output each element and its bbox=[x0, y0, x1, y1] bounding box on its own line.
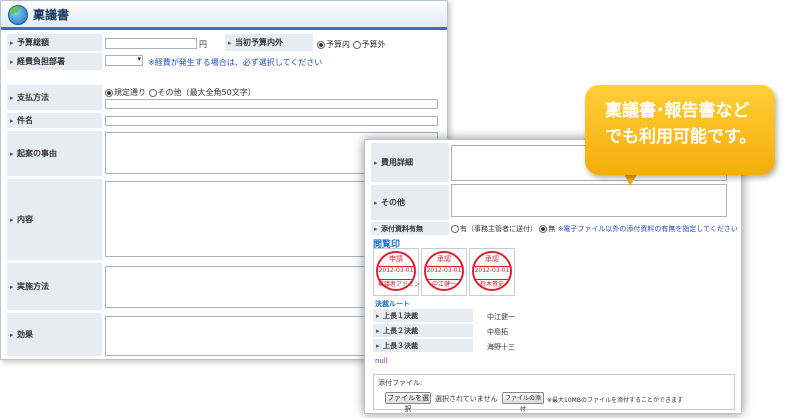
payment-label: 支払方法 bbox=[7, 85, 102, 111]
budget-total-input[interactable] bbox=[105, 38, 197, 49]
expense-dept-select[interactable]: ▾ bbox=[105, 55, 143, 66]
approval-route-title: 決裁ルート bbox=[375, 300, 410, 308]
expense-dept-label: 経費負担部署 bbox=[7, 53, 102, 71]
yen-unit: 円 bbox=[199, 40, 207, 49]
route-row-label: 上長１決裁 bbox=[373, 309, 473, 323]
other-label: その他 bbox=[371, 185, 449, 221]
stamp-name: 稟議者アドミン bbox=[378, 281, 421, 288]
budget-in-radio[interactable] bbox=[317, 40, 325, 49]
stamp-type: 承認 bbox=[437, 255, 451, 263]
payment-other-radio[interactable] bbox=[148, 88, 157, 97]
initial-budget-label: 当初予算内外 bbox=[225, 34, 313, 52]
attachment-label: 添付ファイル: bbox=[378, 379, 423, 387]
route-row-value: 海野十三 bbox=[487, 343, 515, 351]
stamp-date: 2012-03-01 bbox=[426, 267, 462, 274]
expense-dept-note: ※経費が発生する場合は、必ず選択してください bbox=[148, 58, 323, 67]
cost-detail-label: 費用詳細 bbox=[371, 143, 449, 183]
effect-label: 効果 bbox=[7, 313, 102, 357]
route-row-label: 上長２決裁 bbox=[373, 324, 473, 338]
stamp-type: 承認 bbox=[485, 255, 499, 263]
window-title: 稟議書 bbox=[33, 8, 70, 22]
payment-default-radio[interactable] bbox=[105, 88, 113, 97]
attachments-radios: 有（事務主管者に送付） 無 ※電子ファイル以外の添付資料の有無を指定してください bbox=[451, 224, 738, 234]
title-bar: 稟議書 bbox=[1, 1, 447, 30]
stamp-approve-1: 承認 2012-03-01 中江健一 bbox=[424, 251, 464, 291]
route-row-label: 上長３決裁 bbox=[373, 339, 473, 353]
budget-out-radio[interactable] bbox=[352, 40, 361, 49]
method-label: 実施方法 bbox=[7, 263, 102, 311]
attachments-yes-label: 有（事務主管者に送付） bbox=[460, 225, 537, 233]
attachments-no-label: 無 bbox=[548, 225, 556, 233]
stamp-name: 鈴木貴史 bbox=[479, 281, 504, 288]
route-row-value: 中江健一 bbox=[487, 313, 515, 321]
stamp-approve-2: 承認 2012-03-01 鈴木貴史 bbox=[472, 251, 512, 291]
attachments-label: 添付資料有無 bbox=[371, 222, 449, 236]
callout-bubble: 稟議書･報告書など でも利用可能です。 bbox=[585, 85, 775, 175]
stamp-date: 2012-03-01 bbox=[378, 267, 414, 274]
budget-out-label: 予算外 bbox=[361, 40, 386, 49]
subject-label: 件名 bbox=[7, 113, 102, 129]
attach-file-button[interactable]: ファイルの添付 bbox=[502, 392, 544, 413]
chevron-down-icon: ▾ bbox=[137, 55, 141, 63]
no-file-text: 選択されていません bbox=[435, 395, 498, 403]
content-label: 内容 bbox=[7, 179, 102, 261]
payment-other-input[interactable] bbox=[105, 99, 438, 109]
other-textarea[interactable] bbox=[451, 184, 727, 217]
payment-other-label: その他（最大全角50文字） bbox=[157, 88, 256, 97]
attachments-yes-radio[interactable] bbox=[451, 225, 459, 233]
report-detail-window: 費用詳細 その他 添付資料有無 有（事務主管者に送付） 無 ※電子ファイル以外の… bbox=[364, 139, 742, 414]
payment-radios: 規定通り その他（最大全角50文字） bbox=[105, 87, 256, 98]
attachments-no-radio[interactable] bbox=[539, 225, 548, 233]
stamp-date: 2012-03-01 bbox=[474, 267, 510, 274]
budget-in-label: 予算内 bbox=[326, 40, 350, 49]
callout-line-1: 稟議書･報告書など bbox=[605, 101, 750, 121]
max-size-note: ※最大10MBのファイルを添付することができます bbox=[547, 397, 683, 404]
initial-budget-radios: 予算内 予算外 bbox=[317, 39, 386, 50]
route-row-value: 中島拓 bbox=[487, 328, 508, 336]
payment-default-label: 規定通り bbox=[114, 88, 146, 97]
stamp-apply: 申請 2012-03-01 稟議者アドミン bbox=[376, 251, 421, 291]
reason-label: 起案の事由 bbox=[7, 131, 102, 177]
subject-input[interactable] bbox=[105, 116, 438, 126]
null-text: null bbox=[375, 357, 388, 365]
budget-total-label: 予算総額 bbox=[7, 34, 102, 52]
attachment-box: 添付ファイル: ファイルを選択 選択されていません ファイルの添付 ※最大10M… bbox=[373, 374, 735, 413]
attachments-note: ※電子ファイル以外の添付資料の有無を指定してください bbox=[557, 225, 738, 233]
choose-file-button[interactable]: ファイルを選択 bbox=[385, 392, 431, 413]
callout-line-2: でも利用可能です。 bbox=[605, 127, 757, 147]
stamp-type: 申請 bbox=[389, 255, 403, 263]
stamp-name: 中江健一 bbox=[431, 281, 456, 288]
